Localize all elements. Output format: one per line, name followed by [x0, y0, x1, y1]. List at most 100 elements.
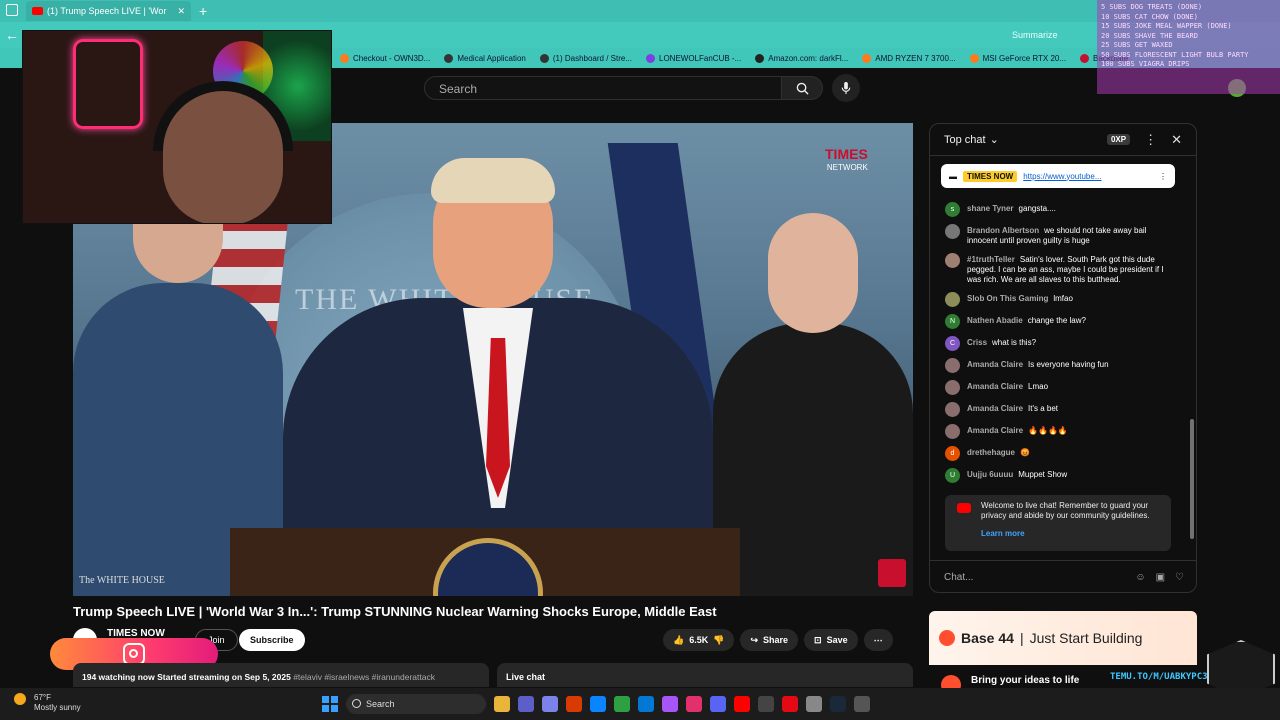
new-tab-button[interactable]: + [199, 3, 207, 19]
chat-author[interactable]: shane Tyner [967, 204, 1014, 213]
taskbar-app-icon[interactable] [830, 696, 846, 712]
super-chat-icon[interactable]: ▣ [1156, 572, 1165, 583]
taskbar-app-icon[interactable] [542, 696, 558, 712]
emoji-icon[interactable]: ☺ [1135, 572, 1145, 583]
chat-message[interactable]: Amanda Claire Lmao [945, 380, 1175, 395]
xp-badge[interactable]: 0XP [1106, 134, 1131, 145]
bookmark-item[interactable]: (1) Dashboard / Stre... [539, 53, 632, 63]
more-options-icon[interactable]: ⋮ [1144, 132, 1157, 148]
chat-message[interactable]: #1truthTeller Satin's lover. South Park g… [945, 253, 1175, 285]
bookmark-item[interactable]: Amazon.com: darkFl... [755, 53, 848, 63]
taskbar-app-icon[interactable] [782, 696, 798, 712]
summarize-button[interactable]: Summarize [1012, 30, 1058, 40]
chat-message[interactable]: Brandon Albertson we should not take away… [945, 224, 1175, 246]
close-icon[interactable]: ✕ [1171, 132, 1182, 148]
heart-icon[interactable]: ♡ [1175, 572, 1184, 583]
chat-avatar[interactable] [945, 402, 960, 417]
taskbar-app-icon[interactable] [806, 696, 822, 712]
chat-author[interactable]: Amanda Claire [967, 426, 1023, 435]
sub-goal-line: 10 SUBS CAT CHOW (DONE) [1101, 12, 1198, 21]
thumbs-down-icon[interactable]: 👎 [713, 635, 724, 646]
hashtags[interactable]: #telaviv #israelnews #iranunderattack [293, 672, 435, 682]
search-input[interactable]: Search [424, 76, 782, 100]
chat-author[interactable]: #1truthTeller [967, 255, 1015, 264]
share-button[interactable]: ↪ Share [740, 629, 799, 651]
weather-widget[interactable]: 67°F Mostly sunny [14, 693, 81, 713]
voice-search-button[interactable] [832, 74, 860, 102]
chat-message[interactable]: Slob On This Gaming lmfao [945, 292, 1175, 307]
weather-condition: Mostly sunny [34, 703, 81, 712]
ad-banner[interactable]: Base 44 | Just Start Building [929, 611, 1197, 665]
chat-avatar[interactable] [945, 380, 960, 395]
chat-avatar[interactable]: C [945, 336, 960, 351]
chat-avatar[interactable] [945, 224, 960, 239]
taskbar-app-icon[interactable] [590, 696, 606, 712]
pinned-message[interactable]: ▬ TIMES NOW https://www.youtube... ⋮ [941, 164, 1175, 188]
taskbar-app-icon[interactable] [494, 696, 510, 712]
chat-message[interactable]: Amanda Claire Is everyone having fun [945, 358, 1175, 373]
chat-message[interactable]: U Uujju 6uuuu Muppet Show [945, 468, 1175, 483]
like-dislike-button[interactable]: 👍 6.5K 👎 [663, 629, 735, 651]
live-chat-tab[interactable]: Live chat [497, 663, 913, 687]
chat-message[interactable]: N Nathen Abadie change the law? [945, 314, 1175, 329]
bookmark-item[interactable]: Checkout - OWN3D... [340, 53, 430, 63]
chat-message[interactable]: Amanda Claire It's a bet [945, 402, 1175, 417]
taskbar-app-icon[interactable] [734, 696, 750, 712]
taskbar-app-icon[interactable] [710, 696, 726, 712]
chat-avatar[interactable]: U [945, 468, 960, 483]
chat-message-body: Amanda Claire Is everyone having fun [967, 360, 1109, 370]
learn-more-link[interactable]: Learn more [981, 529, 1163, 539]
taskbar-app-icon[interactable] [758, 696, 774, 712]
bookmark-item[interactable]: Medical Application [444, 53, 526, 63]
taskbar-search[interactable]: Search [346, 694, 486, 714]
chat-input[interactable]: Chat... [944, 572, 1125, 583]
bookmark-item[interactable]: LONEWOLFanCUB -... [646, 53, 741, 63]
chat-message[interactable]: C Criss what is this? [945, 336, 1175, 351]
chat-avatar[interactable]: s [945, 202, 960, 217]
chat-avatar[interactable] [945, 424, 960, 439]
chat-author[interactable]: Amanda Claire [967, 404, 1023, 413]
bookmark-item[interactable]: MSI GeForce RTX 20... [969, 53, 1066, 63]
chat-avatar[interactable]: d [945, 446, 960, 461]
taskbar-app-icon[interactable] [638, 696, 654, 712]
search-button[interactable] [781, 76, 823, 100]
chat-avatar[interactable] [945, 358, 960, 373]
pinned-more-icon[interactable]: ⋮ [1159, 172, 1167, 181]
chat-author[interactable]: Uujju 6uuuu [967, 470, 1013, 479]
chat-author[interactable]: Criss [967, 338, 987, 347]
taskbar-app-icon[interactable] [686, 696, 702, 712]
taskbar-app-icon[interactable] [854, 696, 870, 712]
taskbar-app-icon[interactable] [614, 696, 630, 712]
chat-author[interactable]: Amanda Claire [967, 360, 1023, 369]
chat-message[interactable]: Amanda Claire 🔥🔥🔥🔥 [945, 424, 1175, 439]
chevron-down-icon[interactable]: ⌄ [990, 133, 999, 146]
chat-avatar[interactable] [945, 292, 960, 307]
chat-author[interactable]: Slob On This Gaming [967, 294, 1048, 303]
window-menu-icon[interactable] [6, 4, 18, 16]
save-button[interactable]: ⊡ Save [804, 629, 858, 651]
chat-avatar[interactable] [945, 253, 960, 268]
chat-author[interactable]: drethehague [967, 448, 1015, 457]
bookmark-item[interactable]: AMD RYZEN 7 3700... [862, 53, 956, 63]
chat-message[interactable]: d drethehague 😡 [945, 446, 1175, 461]
chat-author[interactable]: Amanda Claire [967, 382, 1023, 391]
more-actions-button[interactable]: ⋯ [863, 629, 893, 651]
chat-author[interactable]: Nathen Abadie [967, 316, 1023, 325]
back-arrow-icon[interactable]: ← [0, 27, 24, 43]
browser-tab-youtube[interactable]: (1) Trump Speech LIVE | 'Wor ✕ [26, 1, 191, 21]
youtube-logo-icon [957, 503, 971, 513]
chat-message[interactable]: s shane Tyner gangsta.... [945, 202, 1175, 217]
subscribe-button[interactable]: Subscribe [239, 629, 305, 651]
tab-close-icon[interactable]: ✕ [177, 6, 185, 17]
start-button[interactable] [322, 696, 338, 712]
chat-mode-selector[interactable]: Top chat [944, 134, 986, 146]
chat-avatar[interactable]: N [945, 314, 960, 329]
chat-scrollbar[interactable] [1190, 419, 1194, 539]
thumbs-up-icon[interactable]: 👍 [673, 635, 684, 646]
taskbar-app-icon[interactable] [662, 696, 678, 712]
taskbar-app-icon[interactable] [566, 696, 582, 712]
taskbar-app-icon[interactable] [518, 696, 534, 712]
description-box[interactable]: 194 watching now Started streaming on Se… [73, 663, 489, 687]
pinned-link[interactable]: https://www.youtube... [1023, 172, 1153, 181]
chat-author[interactable]: Brandon Albertson [967, 226, 1039, 235]
